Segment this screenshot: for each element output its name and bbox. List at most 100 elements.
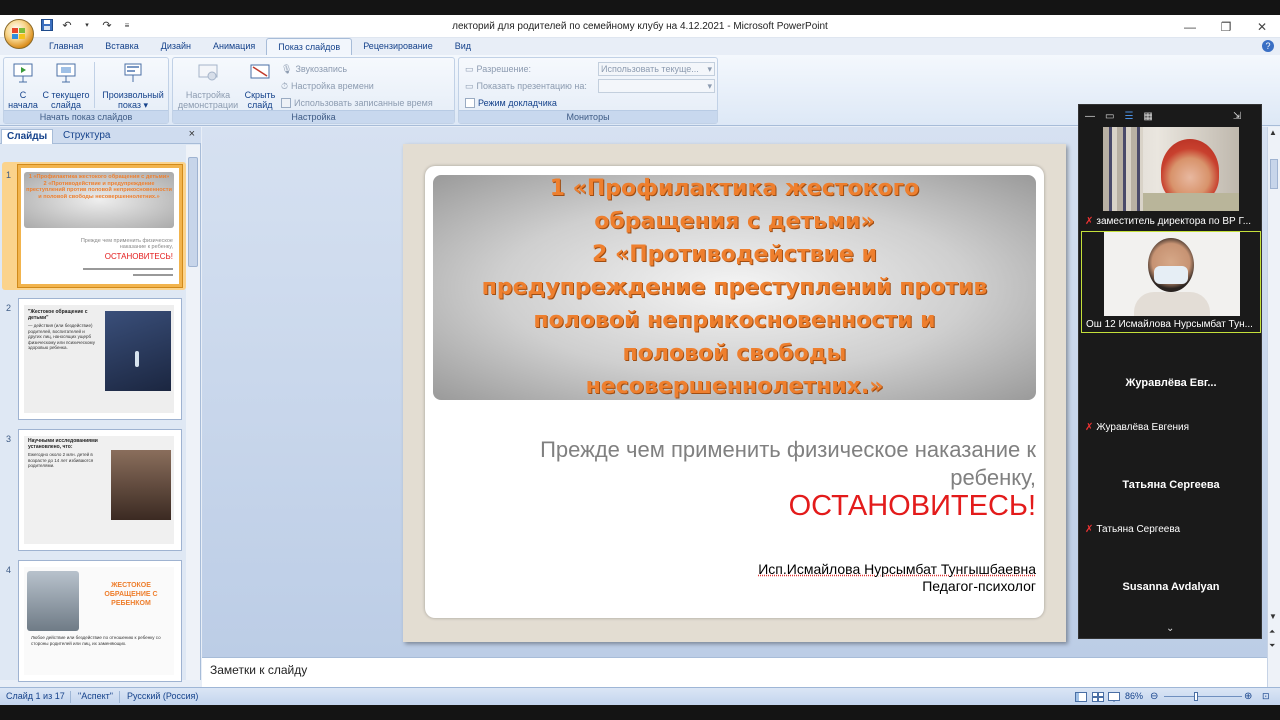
- use-timings-checkbox[interactable]: Использовать записанные время: [281, 96, 433, 110]
- language[interactable]: Русский (Россия): [127, 688, 198, 705]
- slide-stop-text[interactable]: ОСТАНОВИТЕСЬ!: [789, 490, 1036, 523]
- participant-tile[interactable]: Susanna Avdalyan ⌄: [1081, 539, 1261, 637]
- participant-name: ✗ Татьяна Сергеева: [1085, 524, 1181, 535]
- zoom-slider-track[interactable]: [1164, 696, 1242, 697]
- help-icon[interactable]: ?: [1262, 40, 1274, 52]
- setup-show-button[interactable]: Настройка демонстрации: [175, 61, 241, 110]
- participant-tile[interactable]: Татьяна Сергеева ✗ Татьяна Сергеева: [1081, 437, 1261, 537]
- resolution-select[interactable]: Использовать текуще... ▾: [598, 62, 715, 76]
- video-conference-panel: — ▭ ☰ ▦ ⇲ ✗ заместитель директора по ВР …: [1078, 104, 1262, 639]
- show-on-label: Показать презентацию на:: [476, 81, 587, 91]
- author-role: Педагог-психолог: [922, 578, 1036, 594]
- tab-home[interactable]: Главная: [38, 38, 94, 55]
- resolution-label: Разрешение:: [476, 64, 531, 74]
- window-controls: — ❐ ✕: [1172, 15, 1280, 38]
- from-current-button[interactable]: С текущего слайда: [42, 61, 90, 110]
- participant-video: [1104, 232, 1240, 316]
- zoom-slider-thumb[interactable]: [1194, 692, 1198, 701]
- prev-slide-icon[interactable]: ⏶: [1269, 627, 1275, 637]
- participant-tile-active[interactable]: Ош 12 Исмайлова Нурсымбат Тун...: [1081, 231, 1261, 333]
- record-narration-button[interactable]: 🎙 Звукозапись: [281, 62, 347, 76]
- hide-slide-button[interactable]: Скрыть слайд: [241, 61, 279, 110]
- tab-review[interactable]: Рецензирование: [352, 38, 444, 55]
- main-scrollbar[interactable]: ▲ ▼ ⏶ ⏷: [1267, 127, 1280, 690]
- participant-tile[interactable]: ✗ заместитель директора по ВР Г...: [1081, 127, 1261, 229]
- fit-window-icon[interactable]: ⊡: [1262, 688, 1270, 705]
- close-button[interactable]: ✕: [1244, 15, 1280, 38]
- next-slide-icon[interactable]: ⏷: [1269, 641, 1275, 651]
- slide-thumbnail-4[interactable]: ЖЕСТОКОЕ ОБРАЩЕНИЕ С РЕБЕНКОМ Любое дейс…: [18, 560, 182, 682]
- scroll-down-chevron-icon[interactable]: ⌄: [1166, 623, 1174, 634]
- tab-animation[interactable]: Анимация: [202, 38, 266, 55]
- tab-outline[interactable]: Структура: [58, 129, 115, 144]
- participant-display-name: Susanna Avdalyan: [1122, 581, 1220, 593]
- zoom-in-icon[interactable]: ⊕: [1244, 688, 1252, 705]
- divider: [119, 691, 120, 703]
- show-on-select[interactable]: ▾: [598, 79, 715, 93]
- maximize-button[interactable]: ❐: [1208, 15, 1244, 38]
- thumb-title: ЖЕСТОКОЕ ОБРАЩЕНИЕ С РЕБЕНКОМ: [104, 582, 158, 607]
- office-button[interactable]: [4, 19, 34, 49]
- speaker-view-icon[interactable]: ☰: [1124, 111, 1133, 122]
- custom-show-button[interactable]: Произвольный показ ▾: [98, 61, 168, 110]
- display-icon: ▭: [465, 80, 474, 91]
- bottom-black-bar: [0, 705, 1280, 720]
- author-block[interactable]: Исп.Исмайлова Нурсымбат Тунгышбаевна Пед…: [758, 561, 1036, 595]
- pane-scrollbar[interactable]: [186, 145, 200, 680]
- status-bar: Слайд 1 из 17 "Аспект" Русский (Россия) …: [0, 687, 1280, 705]
- slide-content: 1 «Профилактика жестокого обращения с де…: [425, 166, 1044, 618]
- rehearse-label: Настройка времени: [291, 81, 374, 91]
- minimize-icon[interactable]: —: [1085, 111, 1095, 122]
- hide-slide-icon: [250, 64, 270, 79]
- thumb-image: [111, 450, 171, 520]
- pane-tabs: Слайды Структура ×: [0, 127, 201, 144]
- participant-tile[interactable]: Журавлёва Евг... ✗ Журавлёва Евгения: [1081, 335, 1261, 435]
- checkbox-icon: [281, 98, 291, 108]
- group-start-label: Начать показ слайдов: [4, 110, 168, 123]
- exit-fullscreen-icon[interactable]: ⇲: [1233, 111, 1241, 122]
- scroll-down-icon[interactable]: ▼: [1269, 612, 1277, 621]
- thumb-text: Ежегодно около 2 млн. детей в возрасте д…: [28, 452, 94, 468]
- thumb-stop: ОСТАНОВИТЕСЬ!: [104, 252, 173, 261]
- current-slide[interactable]: 1 «Профилактика жестокого обращения с де…: [403, 144, 1066, 642]
- scrollbar-thumb[interactable]: [188, 157, 198, 267]
- rehearse-timings-button[interactable]: ⏱ Настройка времени: [281, 79, 374, 93]
- zoom-level[interactable]: 86%: [1125, 688, 1143, 705]
- zoom-out-icon[interactable]: ⊖: [1150, 688, 1158, 705]
- slide-thumbnail-1[interactable]: 1 «Профилактика жестокого обращения с де…: [18, 165, 182, 287]
- slide-subtitle[interactable]: Прежде чем применить физическое наказани…: [536, 436, 1036, 492]
- use-timings-label: Использовать записанные время: [294, 98, 433, 108]
- theme-name: "Аспект": [78, 691, 113, 701]
- slide-thumbnail-2[interactable]: "Жестокое обращение с детьми" — действия…: [18, 298, 182, 420]
- show-on-row: ▭ Показать презентацию на:: [465, 79, 587, 93]
- grid-view-icon[interactable]: ▦: [1143, 111, 1152, 122]
- from-start-label: С начала: [8, 90, 38, 110]
- presenter-view-checkbox[interactable]: Режим докладчика: [465, 96, 557, 110]
- tab-insert[interactable]: Вставка: [94, 38, 149, 55]
- close-icon[interactable]: ×: [189, 128, 195, 140]
- participant-display-name: Журавлёва Евг...: [1125, 377, 1217, 389]
- muted-mic-icon: ✗: [1085, 216, 1094, 227]
- tab-design[interactable]: Дизайн: [150, 38, 202, 55]
- slide-thumbnail-3[interactable]: Научными исследованиями установлено, что…: [18, 429, 182, 551]
- minimize-button[interactable]: —: [1172, 15, 1208, 38]
- tab-slides[interactable]: Слайды: [1, 129, 54, 144]
- window-title: лекторий для родителей по семейному клуб…: [452, 21, 828, 32]
- notes-pane[interactable]: Заметки к слайду: [202, 657, 1267, 690]
- slide-counter: Слайд 1 из 17: [6, 691, 65, 701]
- chevron-down-icon: ▾: [707, 64, 712, 74]
- thumb-text: Прежде чем применить физическое наказани…: [80, 238, 173, 250]
- scrollbar-thumb[interactable]: [1270, 159, 1278, 189]
- participant-name: Ош 12 Исмайлова Нурсымбат Тун...: [1086, 319, 1253, 330]
- office-logo-icon: [12, 28, 25, 39]
- from-start-button[interactable]: С начала: [6, 61, 40, 110]
- list-view-icon[interactable]: ▭: [1105, 111, 1114, 122]
- notes-placeholder: Заметки к слайду: [210, 663, 308, 677]
- microphone-icon: 🎙: [281, 63, 293, 74]
- tab-view[interactable]: Вид: [444, 38, 482, 55]
- title-placeholder[interactable]: 1 «Профилактика жестокого обращения с де…: [433, 175, 1036, 400]
- scroll-up-icon[interactable]: ▲: [1269, 128, 1277, 137]
- tab-slide-show[interactable]: Показ слайдов: [266, 38, 353, 55]
- from-current-label: С текущего слайда: [42, 90, 90, 110]
- slide-title: 1 «Профилактика жестокого обращения с де…: [481, 176, 988, 399]
